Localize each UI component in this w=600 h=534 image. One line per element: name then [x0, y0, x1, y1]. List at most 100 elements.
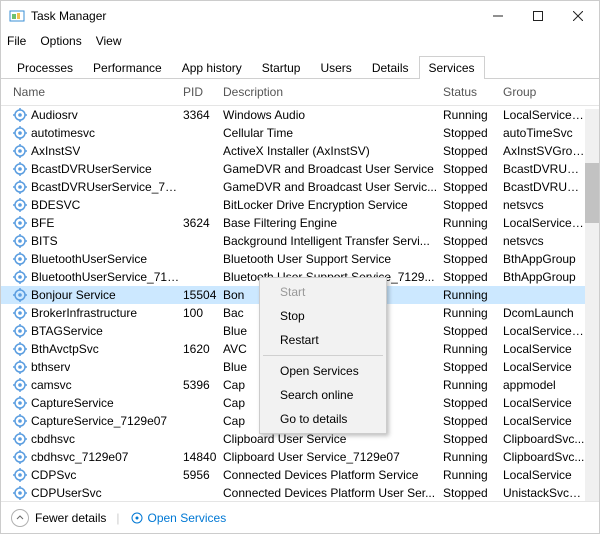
gear-icon	[13, 234, 27, 248]
service-group: LocalServiceN...	[503, 106, 585, 124]
menu-view[interactable]: View	[96, 34, 122, 48]
service-pid: 1620	[183, 340, 223, 358]
gear-icon	[13, 450, 27, 464]
service-name: BluetoothUserService_7129...	[31, 268, 181, 286]
service-name: CDPUserSvc	[31, 484, 102, 500]
tab-processes[interactable]: Processes	[7, 56, 83, 79]
service-name: BcastDVRUserService_7129e...	[31, 178, 181, 196]
service-name: CaptureService	[31, 394, 114, 412]
table-row[interactable]: autotimesvcCellular TimeStoppedautoTimeS…	[1, 124, 599, 142]
service-name: CDPSvc	[31, 466, 76, 484]
service-status: Stopped	[443, 412, 503, 430]
table-row[interactable]: AxInstSVActiveX Installer (AxInstSV)Stop…	[1, 142, 599, 160]
header-name[interactable]: Name	[13, 85, 183, 99]
service-pid: 100	[183, 304, 223, 322]
gear-icon	[13, 180, 27, 194]
service-name: BDESVC	[31, 196, 80, 214]
header-status[interactable]: Status	[443, 85, 503, 99]
close-button[interactable]	[558, 1, 598, 31]
fewer-details-link[interactable]: Fewer details	[35, 511, 106, 525]
gear-icon	[13, 432, 27, 446]
menu-item-go-to-details[interactable]: Go to details	[262, 407, 384, 431]
service-name: camsvc	[31, 376, 72, 394]
menu-options[interactable]: Options	[40, 34, 81, 48]
minimize-button[interactable]	[478, 1, 518, 31]
service-pid: 3364	[183, 106, 223, 124]
menu-item-open-services[interactable]: Open Services	[262, 359, 384, 383]
menu-file[interactable]: File	[7, 34, 26, 48]
tab-startup[interactable]: Startup	[252, 56, 311, 79]
table-row[interactable]: Audiosrv3364Windows AudioRunningLocalSer…	[1, 106, 599, 124]
table-row[interactable]: CDPUserSvc Connected Devices Platform Use…	[1, 484, 599, 500]
service-name: BthAvctpSvc	[31, 340, 99, 358]
service-status: Running	[443, 376, 503, 394]
service-group: ClipboardSvc...	[503, 448, 585, 466]
table-row[interactable]: BcastDVRUserServiceGameDVR and Broadcast…	[1, 160, 599, 178]
service-name: CaptureService_7129e07	[31, 412, 167, 430]
tab-users[interactable]: Users	[310, 56, 361, 79]
menu-item-search-online[interactable]: Search online	[262, 383, 384, 407]
tab-services[interactable]: Services	[419, 56, 485, 79]
service-group: LocalServiceN...	[503, 322, 585, 340]
service-status: Stopped	[443, 160, 503, 178]
service-name: Audiosrv	[31, 106, 78, 124]
tab-details[interactable]: Details	[362, 56, 419, 79]
service-status: Stopped	[443, 250, 503, 268]
tab-performance[interactable]: Performance	[83, 56, 172, 79]
service-group: DcomLaunch	[503, 304, 585, 322]
tab-app-history[interactable]: App history	[172, 56, 252, 79]
table-row[interactable]: cbdhsvc_7129e0714840Clipboard User Servi…	[1, 448, 599, 466]
service-status: Stopped	[443, 484, 503, 500]
service-pid: 14840	[183, 448, 223, 466]
table-row[interactable]: BFE3624Base Filtering EngineRunningLocal…	[1, 214, 599, 232]
menu-item-stop[interactable]: Stop	[262, 304, 384, 328]
service-description: ActiveX Installer (AxInstSV)	[223, 142, 443, 160]
service-name: autotimesvc	[31, 124, 95, 142]
gear-icon	[13, 414, 27, 428]
menu-item-restart[interactable]: Restart	[262, 328, 384, 352]
service-status: Stopped	[443, 430, 503, 448]
service-status: Stopped	[443, 178, 503, 196]
service-status: Stopped	[443, 232, 503, 250]
scrollbar-thumb[interactable]	[585, 163, 599, 223]
service-description: Connected Devices Platform User Ser...	[223, 484, 443, 500]
header-group[interactable]: Group	[503, 85, 585, 99]
service-status: Stopped	[443, 142, 503, 160]
gear-icon	[13, 342, 27, 356]
service-description: Base Filtering Engine	[223, 214, 443, 232]
service-pid: 15504	[183, 286, 223, 304]
service-status: Stopped	[443, 124, 503, 142]
service-status: Running	[443, 214, 503, 232]
gear-icon	[13, 216, 27, 230]
table-row[interactable]: BluetoothUserServiceBluetooth User Suppo…	[1, 250, 599, 268]
service-status: Running	[443, 106, 503, 124]
service-description: BitLocker Drive Encryption Service	[223, 196, 443, 214]
menubar: File Options View	[1, 31, 599, 51]
service-group: LocalServiceN...	[503, 214, 585, 232]
service-pid: 3624	[183, 214, 223, 232]
gear-icon	[13, 486, 27, 500]
gear-icon	[13, 198, 27, 212]
chevron-up-icon[interactable]	[11, 509, 29, 527]
table-row[interactable]: BITSBackground Intelligent Transfer Serv…	[1, 232, 599, 250]
service-description: Cellular Time	[223, 124, 443, 142]
open-services-link[interactable]: Open Services	[130, 511, 227, 525]
service-name: BTAGService	[31, 322, 103, 340]
gear-icon	[13, 108, 27, 122]
service-group: appmodel	[503, 376, 585, 394]
table-row[interactable]: BcastDVRUserService_7129e... GameDVR and …	[1, 178, 599, 196]
gear-icon	[13, 360, 27, 374]
service-name: BITS	[31, 232, 58, 250]
service-group: UnistackSvcGr...	[503, 484, 585, 500]
header-pid[interactable]: PID	[183, 85, 223, 99]
header-description[interactable]: Description	[223, 85, 443, 99]
table-row[interactable]: BDESVC BitLocker Drive Encryption Service…	[1, 196, 599, 214]
maximize-button[interactable]	[518, 1, 558, 31]
service-group: LocalService	[503, 394, 585, 412]
service-description: GameDVR and Broadcast User Servic...	[223, 178, 443, 196]
service-name: cbdhsvc_7129e07	[31, 448, 128, 466]
scrollbar[interactable]	[585, 109, 599, 509]
service-status: Stopped	[443, 196, 503, 214]
footer: Fewer details | Open Services	[1, 501, 599, 533]
table-row[interactable]: CDPSvc5956Connected Devices Platform Ser…	[1, 466, 599, 484]
